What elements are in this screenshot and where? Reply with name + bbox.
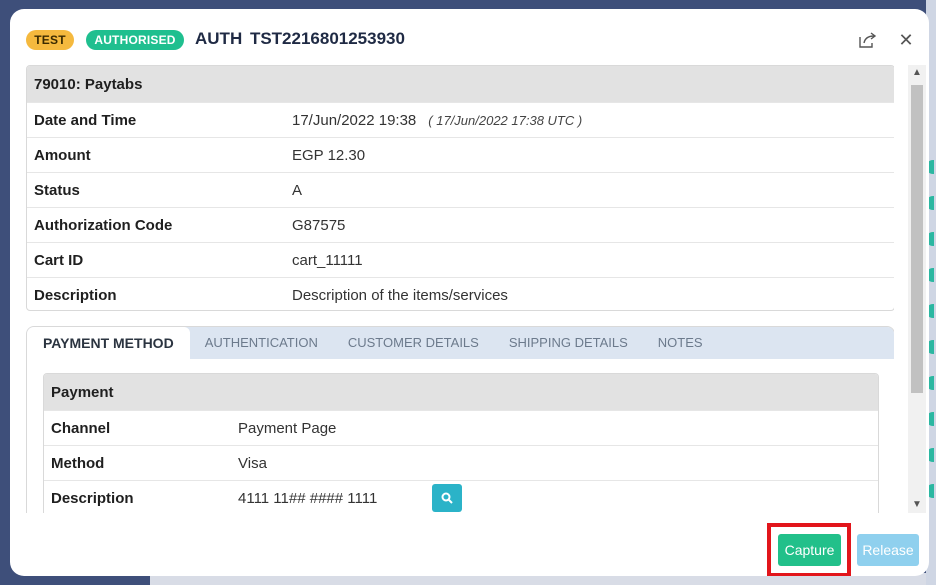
row-label: Channel	[51, 419, 111, 437]
card-lookup-button[interactable]	[432, 484, 463, 512]
tab-notes[interactable]: NOTES	[643, 327, 718, 359]
transaction-summary-card: 79010: Paytabs Date and Time 17/Jun/2022…	[26, 65, 894, 311]
row-label: Description	[51, 489, 134, 507]
row-value: EGP 12.30	[292, 146, 366, 164]
payment-heading: Payment	[44, 374, 878, 410]
payment-row-method: Method Visa	[44, 445, 878, 480]
search-icon	[441, 492, 454, 504]
summary-row-amount: Amount EGP 12.30	[27, 137, 894, 172]
row-label: Amount	[34, 146, 91, 164]
row-label: Description	[34, 286, 117, 304]
scroll-down-icon[interactable]: ▼	[908, 497, 926, 513]
tab-customer-details[interactable]: CUSTOMER DETAILS	[333, 327, 494, 359]
status-badge: AUTHORISED	[86, 30, 184, 50]
payment-row-channel: Channel Payment Page	[44, 410, 878, 445]
row-value: 17/Jun/2022 19:38 ( 17/Jun/2022 17:38 UTC…	[292, 112, 582, 129]
row-label: Authorization Code	[34, 216, 173, 234]
test-badge: TEST	[26, 30, 74, 50]
row-value: 4111 11## #### 1111	[238, 489, 378, 507]
summary-row-cart-id: Cart ID cart_11111	[27, 242, 894, 277]
tab-shipping-details[interactable]: SHIPPING DETAILS	[494, 327, 643, 359]
summary-row-status: Status A	[27, 172, 894, 207]
share-icon[interactable]	[858, 30, 878, 50]
vertical-scrollbar[interactable]: ▲ ▼	[908, 65, 926, 513]
scrollbar-thumb[interactable]	[911, 85, 923, 393]
row-label: Status	[34, 181, 80, 199]
tab-authentication[interactable]: AUTHENTICATION	[190, 327, 333, 359]
row-value: cart_11111	[292, 251, 363, 269]
release-button[interactable]: Release	[857, 534, 919, 566]
modal-body: 79010: Paytabs Date and Time 17/Jun/2022…	[26, 65, 894, 513]
summary-row-date: Date and Time 17/Jun/2022 19:38 ( 17/Jun/…	[27, 102, 894, 137]
summary-row-auth-code: Authorization Code G87575	[27, 207, 894, 242]
payment-card: Payment Channel Payment Page Method Visa…	[43, 373, 879, 513]
row-value: Payment Page	[238, 419, 337, 437]
payment-row-description: Description 4111 11## #### 1111	[44, 480, 878, 513]
capture-button[interactable]: Capture	[778, 534, 841, 566]
modal-title: AUTH TST2216801253930	[195, 29, 405, 48]
tab-bar: PAYMENT METHOD AUTHENTICATION CUSTOMER D…	[27, 327, 894, 359]
row-label: Cart ID	[34, 251, 84, 269]
merchant-heading: 79010: Paytabs	[27, 66, 894, 102]
row-value: Visa	[238, 454, 267, 472]
summary-row-description: Description Description of the items/ser…	[27, 277, 894, 310]
modal-footer: Capture Release	[10, 513, 929, 576]
close-icon[interactable]: ✕	[896, 30, 916, 50]
modal-header: TEST AUTHORISED AUTH TST2216801253930 ✕	[10, 9, 929, 65]
date-local: 17/Jun/2022 19:38	[292, 111, 417, 129]
date-utc: ( 17/Jun/2022 17:38 UTC )	[428, 112, 583, 128]
row-value: A	[292, 181, 303, 199]
transaction-details-modal: TEST AUTHORISED AUTH TST2216801253930 ✕ …	[10, 9, 929, 576]
scroll-up-icon[interactable]: ▲	[908, 65, 926, 81]
tab-payment-method[interactable]: PAYMENT METHOD	[27, 327, 190, 359]
row-value: G87575	[292, 216, 346, 234]
row-value: Description of the items/services	[292, 286, 508, 304]
details-tabs: PAYMENT METHOD AUTHENTICATION CUSTOMER D…	[26, 326, 894, 513]
row-label: Method	[51, 454, 105, 472]
row-label: Date and Time	[34, 111, 137, 129]
